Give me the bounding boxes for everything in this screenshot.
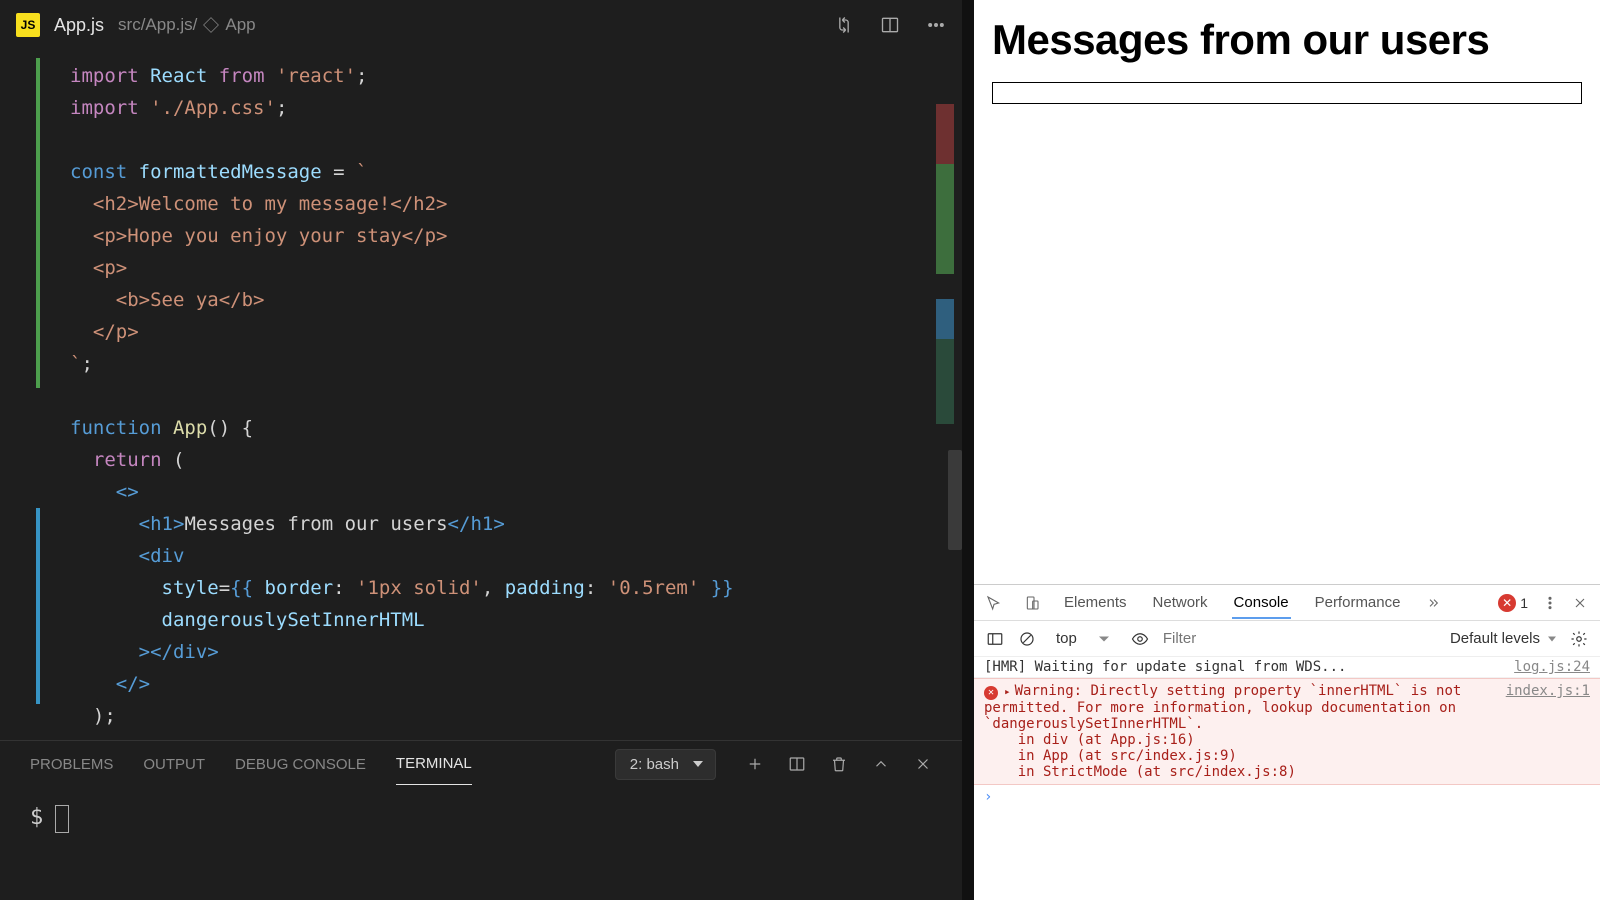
clear-console-icon[interactable] bbox=[1018, 630, 1036, 648]
editor-tabbar: JS App.js src/App.js/ App bbox=[0, 0, 962, 50]
devtools: Elements Network Console Performance ✕ 1 bbox=[974, 584, 1600, 900]
preview-message-box bbox=[992, 82, 1582, 104]
browser-pane: Messages from our users Elements Network… bbox=[974, 0, 1600, 900]
more-actions-icon[interactable] bbox=[926, 15, 946, 35]
devtools-close-icon[interactable] bbox=[1572, 595, 1588, 611]
context-selector[interactable]: top bbox=[1050, 628, 1117, 649]
editor-tab-actions bbox=[834, 15, 946, 35]
console-log-row: [HMR] Waiting for update signal from WDS… bbox=[974, 657, 1600, 678]
console-error-row[interactable]: ✕Warning: Directly setting property `inn… bbox=[974, 678, 1600, 785]
tab-debug-console[interactable]: DEBUG CONSOLE bbox=[235, 744, 366, 785]
code-editor[interactable]: import React from 'react';import './App.… bbox=[0, 50, 962, 740]
device-toggle-icon[interactable] bbox=[1024, 595, 1040, 611]
log-message: [HMR] Waiting for update signal from WDS… bbox=[984, 659, 1504, 675]
editor-scrollbar[interactable] bbox=[948, 450, 962, 550]
new-terminal-icon[interactable] bbox=[746, 755, 764, 773]
breadcrumb[interactable]: src/App.js/ App bbox=[118, 15, 256, 35]
tab-output[interactable]: OUTPUT bbox=[143, 744, 205, 785]
error-source-link[interactable]: index.js:1 bbox=[1506, 683, 1590, 780]
error-count-pill: ✕ bbox=[1498, 594, 1516, 612]
kill-terminal-icon[interactable] bbox=[830, 755, 848, 773]
devtools-tab-network[interactable]: Network bbox=[1151, 586, 1210, 619]
breadcrumb-symbol: App bbox=[225, 15, 255, 35]
panel-tabs: PROBLEMS OUTPUT DEBUG CONSOLE TERMINAL 2… bbox=[0, 741, 962, 787]
editor-pane: JS App.js src/App.js/ App import React f… bbox=[0, 0, 962, 900]
close-panel-icon[interactable] bbox=[914, 755, 932, 773]
terminal-selector[interactable]: 2: bash bbox=[615, 749, 716, 780]
devtools-settings-icon[interactable] bbox=[1542, 595, 1558, 611]
log-source-link[interactable]: log.js:24 bbox=[1514, 659, 1590, 675]
devtools-tab-console[interactable]: Console bbox=[1232, 586, 1291, 619]
console-settings-icon[interactable] bbox=[1570, 630, 1588, 648]
console-toolbar: top Default levels bbox=[974, 621, 1600, 657]
console-sidebar-icon[interactable] bbox=[986, 630, 1004, 648]
breadcrumb-path: src/App.js/ bbox=[118, 15, 197, 35]
compare-changes-icon[interactable] bbox=[834, 15, 854, 35]
maximize-panel-icon[interactable] bbox=[872, 755, 890, 773]
minimap[interactable] bbox=[936, 104, 954, 424]
expand-caret-icon[interactable] bbox=[1004, 683, 1015, 699]
inspect-element-icon[interactable] bbox=[986, 595, 1002, 611]
live-expression-icon[interactable] bbox=[1131, 630, 1149, 648]
console-body[interactable]: [HMR] Waiting for update signal from WDS… bbox=[974, 657, 1600, 900]
split-editor-icon[interactable] bbox=[880, 15, 900, 35]
tab-terminal[interactable]: TERMINAL bbox=[396, 743, 472, 785]
editor-filename[interactable]: App.js bbox=[54, 15, 104, 36]
devtools-tab-performance[interactable]: Performance bbox=[1313, 586, 1403, 619]
devtools-tabs: Elements Network Console Performance ✕ 1 bbox=[974, 585, 1600, 621]
js-file-icon: JS bbox=[16, 13, 40, 37]
error-icon: ✕ bbox=[984, 686, 998, 700]
app-preview[interactable]: Messages from our users bbox=[974, 0, 1600, 584]
terminal-cursor bbox=[55, 805, 69, 833]
console-filter-input[interactable] bbox=[1163, 630, 1263, 647]
pane-divider[interactable] bbox=[962, 0, 974, 900]
split-terminal-icon[interactable] bbox=[788, 755, 806, 773]
more-tabs-icon[interactable] bbox=[1424, 595, 1440, 611]
error-count: 1 bbox=[1520, 595, 1528, 611]
bottom-panel: PROBLEMS OUTPUT DEBUG CONSOLE TERMINAL 2… bbox=[0, 740, 962, 900]
preview-heading: Messages from our users bbox=[992, 16, 1582, 64]
terminal-prompt: $ bbox=[30, 805, 43, 830]
log-levels-selector[interactable]: Default levels bbox=[1450, 630, 1556, 647]
console-input-prompt[interactable]: › bbox=[974, 785, 1600, 809]
symbol-icon bbox=[203, 17, 219, 33]
error-badge[interactable]: ✕ 1 bbox=[1498, 594, 1528, 612]
terminal[interactable]: $ bbox=[0, 787, 962, 900]
tab-problems[interactable]: PROBLEMS bbox=[30, 744, 113, 785]
devtools-tab-elements[interactable]: Elements bbox=[1062, 586, 1129, 619]
